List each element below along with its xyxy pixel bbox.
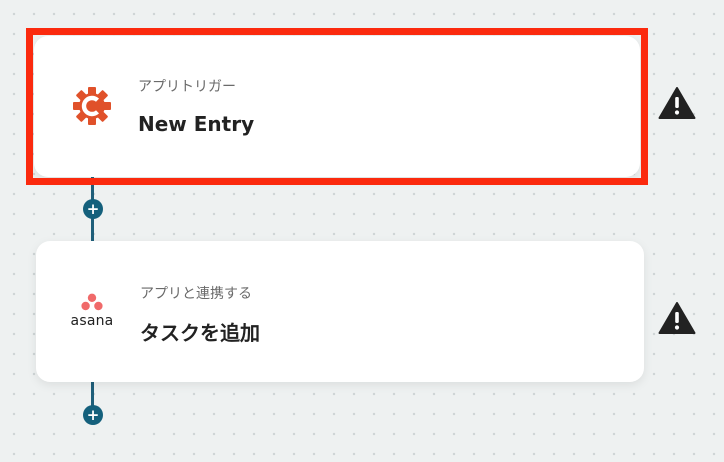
add-step-button[interactable]: + <box>83 199 103 219</box>
warning-icon[interactable] <box>658 301 696 335</box>
asana-logo-icon: asana <box>64 293 120 329</box>
warning-icon[interactable] <box>658 86 696 120</box>
asana-logo-text: asana <box>70 313 114 329</box>
step-card-action[interactable]: asana アプリと連携する タスクを追加 <box>36 241 644 382</box>
add-step-button[interactable]: + <box>83 405 103 425</box>
selected-step-outline <box>26 28 648 185</box>
step-type-label: アプリと連携する <box>140 286 252 302</box>
step-title: タスクを追加 <box>140 321 260 345</box>
